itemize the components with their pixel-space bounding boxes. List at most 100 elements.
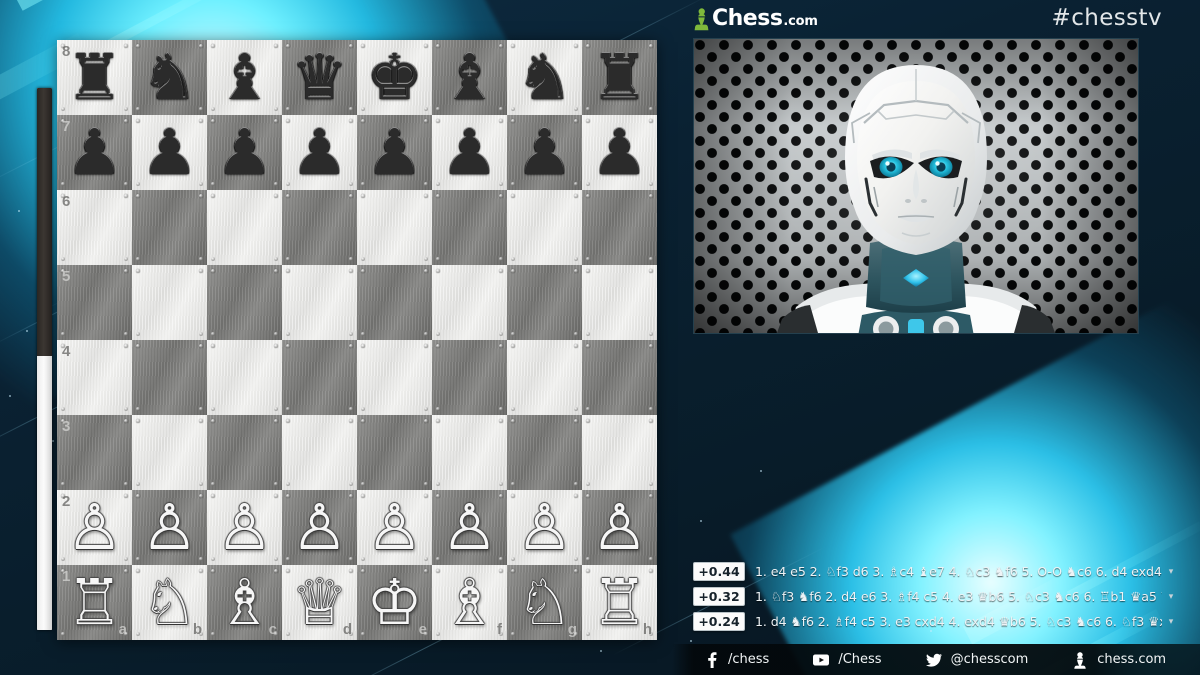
square-f2[interactable]: ♙ [432,490,507,565]
square-a5[interactable]: 5 [57,265,132,340]
square-e8[interactable]: ♚ [357,40,432,115]
piece-black-king[interactable]: ♚ [357,40,432,115]
square-d8[interactable]: ♛ [282,40,357,115]
square-h8[interactable]: ♜ [582,40,657,115]
piece-black-rook[interactable]: ♜ [582,40,657,115]
chessboard-container[interactable]: 8 ♜ ♞ ♝ ♛ ♚ ♝ ♞ ♜ 7 ♟ ♟ ♟ ♟ ♟ ♟ ♟ ♟ 6 5 4 3 2 ♙ ♙ ♙ ♙ ♙ ♙ ♙ ♙ 1 a ♖ b ♘ c ♗ d ♕… [57,40,657,640]
square-b7[interactable]: ♟ [132,115,207,190]
social-link-facebook[interactable]: /chess [702,651,769,669]
piece-white-pawn[interactable]: ♙ [357,490,432,565]
piece-white-pawn[interactable]: ♙ [132,490,207,565]
square-f1[interactable]: f ♗ [432,565,507,640]
chesscom-logo[interactable]: Chess .com [693,7,818,31]
piece-white-pawn[interactable]: ♙ [432,490,507,565]
square-g7[interactable]: ♟ [507,115,582,190]
square-g8[interactable]: ♞ [507,40,582,115]
square-g2[interactable]: ♙ [507,490,582,565]
square-g6[interactable] [507,190,582,265]
square-f4[interactable] [432,340,507,415]
square-d2[interactable]: ♙ [282,490,357,565]
square-h7[interactable]: ♟ [582,115,657,190]
square-h1[interactable]: h ♖ [582,565,657,640]
square-d7[interactable]: ♟ [282,115,357,190]
square-b2[interactable]: ♙ [132,490,207,565]
square-f8[interactable]: ♝ [432,40,507,115]
piece-white-pawn[interactable]: ♙ [282,490,357,565]
square-h2[interactable]: ♙ [582,490,657,565]
square-e3[interactable] [357,415,432,490]
square-d4[interactable] [282,340,357,415]
piece-white-bishop[interactable]: ♗ [432,565,507,640]
engine-line[interactable]: +0.44 1. e4 e5 2. ♘f3 d6 3. ♗c4 ♝e7 4. ♘c… [693,559,1180,584]
square-e7[interactable]: ♟ [357,115,432,190]
square-d1[interactable]: d ♕ [282,565,357,640]
piece-white-pawn[interactable]: ♙ [507,490,582,565]
square-c3[interactable] [207,415,282,490]
square-b4[interactable] [132,340,207,415]
square-c5[interactable] [207,265,282,340]
square-b5[interactable] [132,265,207,340]
engine-line[interactable]: +0.32 1. ♘f3 ♞f6 2. d4 e6 3. ♗f4 c5 4. e3… [693,584,1180,609]
square-a4[interactable]: 4 [57,340,132,415]
square-b1[interactable]: b ♘ [132,565,207,640]
piece-black-bishop[interactable]: ♝ [207,40,282,115]
square-b8[interactable]: ♞ [132,40,207,115]
piece-white-pawn[interactable]: ♙ [582,490,657,565]
square-g5[interactable] [507,265,582,340]
square-a1[interactable]: 1 a ♖ [57,565,132,640]
square-h6[interactable] [582,190,657,265]
square-a6[interactable]: 6 [57,190,132,265]
square-g3[interactable] [507,415,582,490]
square-a8[interactable]: 8 ♜ [57,40,132,115]
square-d6[interactable] [282,190,357,265]
social-link-pawn[interactable]: chess.com [1071,651,1166,669]
square-a2[interactable]: 2 ♙ [57,490,132,565]
square-e4[interactable] [357,340,432,415]
square-c2[interactable]: ♙ [207,490,282,565]
social-link-twitter[interactable]: @chesscom [925,651,1028,669]
square-f3[interactable] [432,415,507,490]
piece-black-pawn[interactable]: ♟ [207,115,282,190]
square-d5[interactable] [282,265,357,340]
square-e5[interactable] [357,265,432,340]
piece-white-pawn[interactable]: ♙ [207,490,282,565]
square-c7[interactable]: ♟ [207,115,282,190]
square-f5[interactable] [432,265,507,340]
square-e1[interactable]: e ♔ [357,565,432,640]
square-b6[interactable] [132,190,207,265]
chessboard[interactable]: 8 ♜ ♞ ♝ ♛ ♚ ♝ ♞ ♜ 7 ♟ ♟ ♟ ♟ ♟ ♟ ♟ ♟ 6 5 4 3 2 ♙ ♙ ♙ ♙ ♙ ♙ ♙ ♙ 1 a ♖ b ♘ c ♗ d ♕… [57,40,657,640]
square-h5[interactable] [582,265,657,340]
square-e2[interactable]: ♙ [357,490,432,565]
square-b3[interactable] [132,415,207,490]
piece-black-knight[interactable]: ♞ [507,40,582,115]
piece-black-knight[interactable]: ♞ [132,40,207,115]
piece-black-pawn[interactable]: ♟ [582,115,657,190]
piece-black-pawn[interactable]: ♟ [357,115,432,190]
square-f7[interactable]: ♟ [432,115,507,190]
square-a3[interactable]: 3 [57,415,132,490]
chevron-down-icon[interactable]: ▾ [1162,592,1180,602]
piece-black-pawn[interactable]: ♟ [132,115,207,190]
social-link-youtube[interactable]: /Chess [812,651,882,669]
square-f6[interactable] [432,190,507,265]
square-c6[interactable] [207,190,282,265]
square-c4[interactable] [207,340,282,415]
video-player[interactable] [693,38,1139,334]
piece-black-queen[interactable]: ♛ [282,40,357,115]
piece-black-pawn[interactable]: ♟ [282,115,357,190]
square-d3[interactable] [282,415,357,490]
piece-black-pawn[interactable]: ♟ [432,115,507,190]
chevron-down-icon[interactable]: ▾ [1162,617,1180,627]
chevron-down-icon[interactable]: ▾ [1162,567,1180,577]
engine-line[interactable]: +0.24 1. d4 ♞f6 2. ♗f4 c5 3. e3 cxd4 4. e… [693,609,1180,634]
square-g1[interactable]: g ♘ [507,565,582,640]
piece-black-pawn[interactable]: ♟ [507,115,582,190]
square-c8[interactable]: ♝ [207,40,282,115]
square-h4[interactable] [582,340,657,415]
square-c1[interactable]: c ♗ [207,565,282,640]
square-a7[interactable]: 7 ♟ [57,115,132,190]
square-e6[interactable] [357,190,432,265]
piece-black-bishop[interactable]: ♝ [432,40,507,115]
square-g4[interactable] [507,340,582,415]
square-h3[interactable] [582,415,657,490]
